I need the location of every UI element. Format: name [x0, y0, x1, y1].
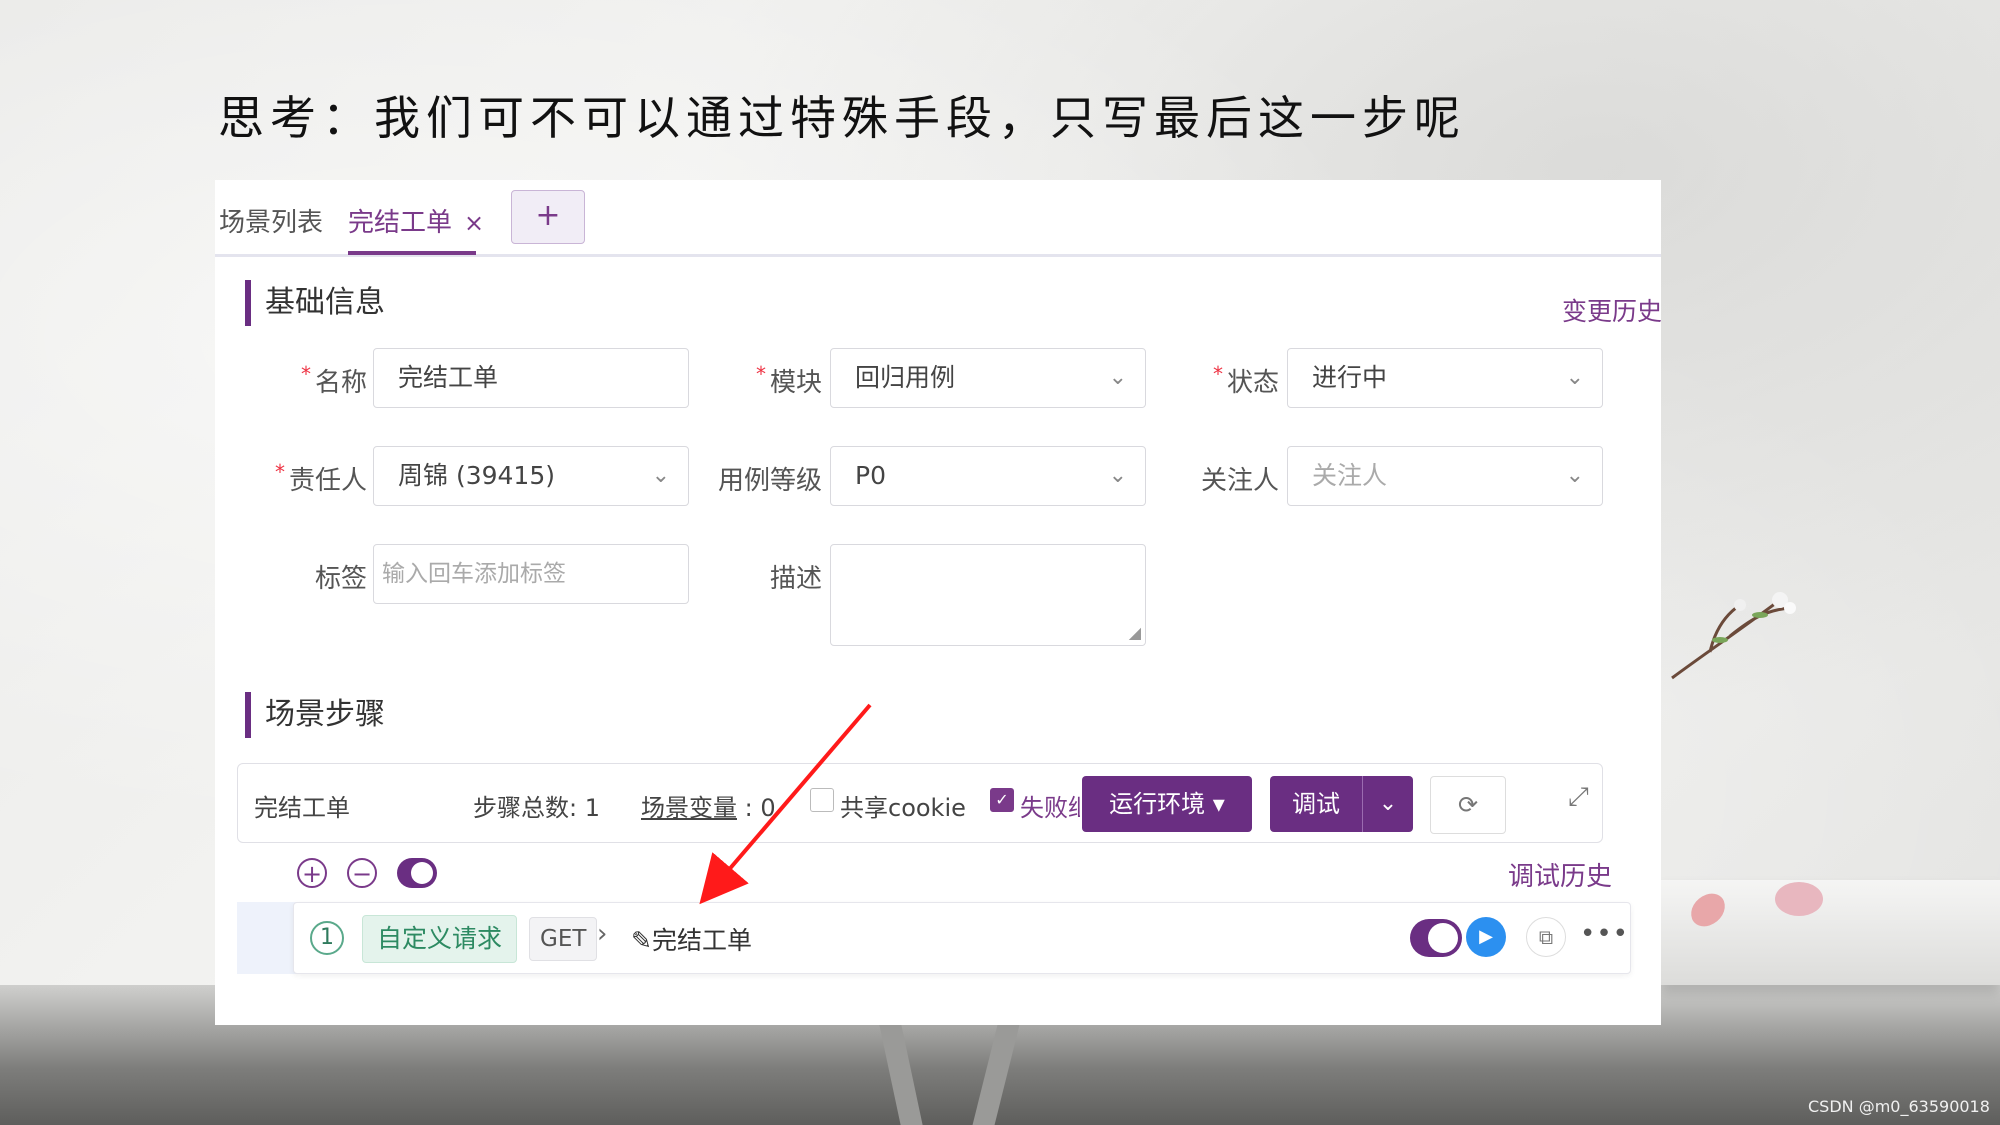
name-label: * 名称	[300, 362, 367, 398]
tab-scene-list[interactable]: 场景列表	[219, 202, 323, 239]
more-icon[interactable]: •••	[1580, 919, 1629, 949]
tags-label: 标签	[314, 564, 367, 594]
scene-variables[interactable]: 场景变量 : 0	[641, 788, 776, 823]
status-label: * 状态	[1212, 362, 1279, 398]
step-enable-toggle[interactable]	[1410, 919, 1462, 957]
fail-continue-checkbox[interactable]: ✓	[990, 788, 1014, 812]
caret-down-icon: ▾	[1212, 790, 1225, 818]
level-select[interactable]: P0 ⌄	[830, 446, 1146, 506]
module-label: * 模块	[755, 362, 822, 398]
tab-label: 完结工单	[348, 208, 453, 238]
tab-complete-ticket[interactable]: 完结工单 ×	[348, 202, 484, 239]
collapse-all-button[interactable]: −	[347, 858, 377, 888]
run-env-button[interactable]: 运行环境 ▾	[1082, 776, 1252, 832]
module-select[interactable]: 回归用例 ⌄	[830, 348, 1146, 408]
refresh-button[interactable]: ⟳	[1430, 776, 1506, 834]
step-row-highlight	[237, 902, 297, 974]
add-tab-button[interactable]: +	[511, 190, 585, 244]
chevron-down-icon: ⌄	[1108, 365, 1127, 390]
steps-toolbar: 完结工单 步骤总数: 1 场景变量 : 0 共享cookie ✓ 失败继续 运行…	[237, 763, 1603, 843]
debug-button[interactable]: 调试	[1270, 776, 1362, 832]
close-icon[interactable]: ×	[464, 209, 484, 237]
step-name[interactable]: ✎完结工单	[631, 921, 752, 957]
resize-handle-icon[interactable]: ◢	[1129, 625, 1141, 641]
play-icon[interactable]: ▶	[1466, 917, 1506, 957]
scene-name: 完结工单	[254, 794, 350, 822]
http-method-tag: GET	[529, 917, 598, 961]
section-scene-steps: 场景步骤	[245, 692, 385, 738]
copy-icon[interactable]: ⧉	[1526, 917, 1566, 957]
expand-all-button[interactable]: +	[297, 858, 327, 888]
tags-input[interactable]: 输入回车添加标签	[373, 544, 689, 604]
owner-select[interactable]: 周锦 (39415) ⌄	[373, 446, 689, 506]
desc-label: 描述	[769, 564, 822, 594]
slide-title: 思考：我们可不可以通过特殊手段，只写最后这一步呢	[218, 91, 1466, 145]
rose-decoration	[1775, 882, 1823, 916]
refresh-icon: ⟳	[1457, 791, 1479, 819]
chevron-down-icon: ⌄	[1108, 463, 1127, 488]
debug-dropdown-button[interactable]: ⌄	[1362, 776, 1413, 832]
chevron-right-icon[interactable]: ›	[597, 919, 607, 949]
watermark: CSDN @m0_63590018	[1808, 1097, 1990, 1116]
step-total: 步骤总数: 1	[473, 794, 601, 822]
debug-history-link[interactable]: 调试历史	[1508, 856, 1612, 893]
chevron-down-icon: ⌄	[1565, 463, 1584, 488]
desc-textarea[interactable]: ◢	[830, 544, 1146, 646]
name-input[interactable]: 完结工单	[373, 348, 689, 408]
step-type-tag: 自定义请求	[362, 915, 518, 963]
watcher-select[interactable]: 关注人 ⌄	[1287, 446, 1603, 506]
enable-all-toggle[interactable]	[397, 858, 437, 888]
share-cookie-checkbox[interactable]	[810, 788, 834, 812]
section-basic-info: 基础信息	[245, 280, 385, 326]
chevron-down-icon: ⌄	[651, 463, 670, 488]
watcher-label: 关注人	[1200, 466, 1279, 496]
scene-editor-panel: 场景列表 完结工单 × + 基础信息 变更历史 * 名称 完结工单 * 模块 回归用例…	[215, 180, 1662, 1025]
chevron-down-icon: ⌄	[1565, 365, 1584, 390]
edit-icon[interactable]: ✎	[631, 926, 652, 955]
expand-icon[interactable]: ⤢	[1568, 782, 1589, 813]
active-tab-indicator	[348, 251, 476, 255]
level-label: 用例等级	[717, 466, 822, 496]
change-history-link[interactable]: 变更历史	[1562, 292, 1662, 328]
share-cookie-label: 共享cookie	[840, 794, 966, 822]
flower-branch-decoration	[1671, 592, 1796, 680]
step-row[interactable]: 1 自定义请求 GET › ✎完结工单 ▶ ⧉ •••	[293, 902, 1631, 974]
fail-continue-label: 失败继续	[1020, 794, 1080, 822]
chevron-down-icon: ⌄	[1378, 791, 1398, 816]
owner-label: * 责任人	[274, 460, 367, 496]
tabs-bar: 场景列表 完结工单 × +	[215, 180, 1661, 257]
status-select[interactable]: 进行中 ⌄	[1287, 348, 1603, 408]
step-index: 1	[310, 921, 344, 955]
